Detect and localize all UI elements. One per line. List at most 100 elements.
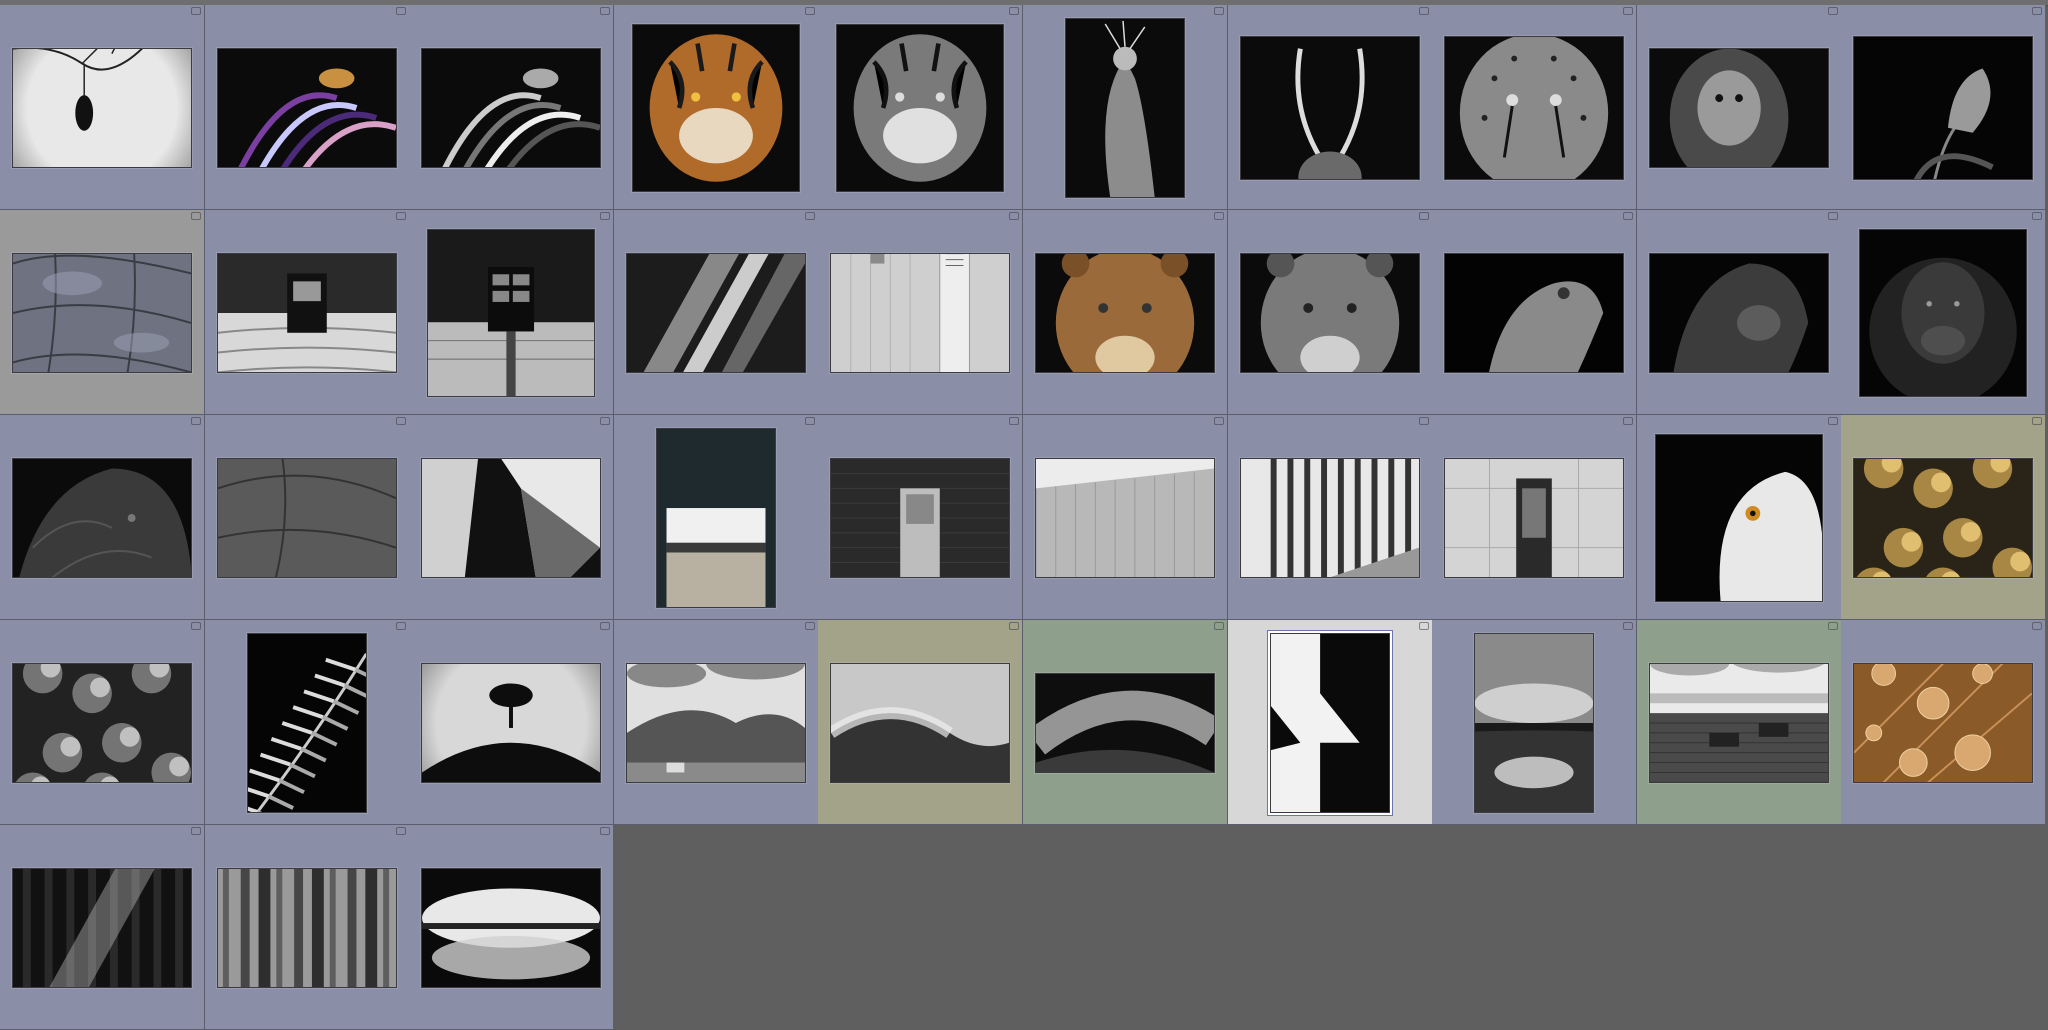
- grid-cell[interactable]: [409, 620, 615, 825]
- grid-cell[interactable]: [0, 210, 205, 415]
- grid-cell[interactable]: [1636, 415, 1842, 620]
- grid-cell[interactable]: [1841, 415, 2047, 620]
- collection-badge-icon[interactable]: [2032, 212, 2043, 220]
- collection-badge-icon[interactable]: [1623, 7, 1634, 15]
- grid-cell[interactable]: [1023, 620, 1228, 825]
- grid-cell[interactable]: [1432, 210, 1638, 415]
- photo-thumbnail-highland-landscape[interactable]: [625, 663, 806, 783]
- photo-thumbnail-lionfish-color[interactable]: [216, 48, 397, 168]
- collection-badge-icon[interactable]: [1418, 417, 1429, 425]
- grid-cell[interactable]: [1227, 210, 1433, 415]
- photo-thumbnail-tiger-bw[interactable]: [836, 24, 1005, 192]
- photo-thumbnail-beach-reflection[interactable]: [1474, 633, 1595, 813]
- photo-thumbnail-lioness-looking-up[interactable]: [1444, 253, 1625, 373]
- photo-thumbnail-lichen-bw[interactable]: [12, 663, 192, 783]
- collection-badge-icon[interactable]: [600, 827, 611, 835]
- grid-cell[interactable]: [204, 415, 410, 620]
- grid-cell[interactable]: [204, 210, 410, 415]
- photo-thumbnail-antelope-horns[interactable]: [1239, 36, 1420, 180]
- grid-cell[interactable]: [1432, 5, 1638, 210]
- photo-thumbnail-leaf-water-drops[interactable]: [1853, 663, 2034, 783]
- grid-cell[interactable]: [0, 5, 205, 210]
- grid-cell[interactable]: [204, 620, 410, 825]
- grid-cell[interactable]: [0, 620, 205, 825]
- grid-cell[interactable]: [613, 5, 819, 210]
- photo-thumbnail-snowy-owl[interactable]: [1654, 434, 1823, 602]
- grid-cell[interactable]: [613, 620, 819, 825]
- photo-thumbnail-lake-reflection-glow[interactable]: [421, 868, 602, 988]
- grid-cell[interactable]: [1636, 210, 1842, 415]
- photo-thumbnail-gorilla-profile[interactable]: [1648, 253, 1829, 373]
- photo-thumbnail-brick-door[interactable]: [830, 458, 1011, 578]
- grid-cell[interactable]: [409, 825, 615, 1030]
- collection-badge-icon[interactable]: [1418, 212, 1429, 220]
- photo-thumbnail-stormy-hill[interactable]: [1035, 673, 1215, 773]
- grid-cell[interactable]: [409, 210, 615, 415]
- collection-badge-icon[interactable]: [1009, 417, 1020, 425]
- grid-cell[interactable]: [0, 415, 205, 620]
- collection-badge-icon[interactable]: [600, 622, 611, 630]
- grid-cell[interactable]: [1227, 415, 1433, 620]
- grid-cell[interactable]: [204, 825, 410, 1030]
- photo-thumbnail-elephant-skin-texture[interactable]: [12, 253, 192, 373]
- photo-thumbnail-building-door-facade[interactable]: [1444, 458, 1625, 578]
- grid-cell[interactable]: [1432, 620, 1638, 825]
- photo-thumbnail-bat-hanging-from-branch[interactable]: [12, 48, 192, 168]
- collection-badge-icon[interactable]: [191, 827, 201, 835]
- photo-thumbnail-lichen-gold[interactable]: [1853, 458, 2034, 578]
- grid-cell[interactable]: [409, 5, 615, 210]
- grid-cell[interactable]: [1023, 5, 1228, 210]
- collection-badge-icon[interactable]: [395, 212, 406, 220]
- collection-badge-icon[interactable]: [395, 417, 406, 425]
- collection-badge-icon[interactable]: [191, 417, 201, 425]
- photo-thumbnail-long-wall-building[interactable]: [1035, 458, 1215, 578]
- photo-thumbnail-deck-chairs-pier[interactable]: [1648, 663, 1829, 783]
- grid-cell[interactable]: [818, 620, 1024, 825]
- collection-badge-icon[interactable]: [395, 827, 406, 835]
- grid-cell[interactable]: [1841, 210, 2047, 415]
- photo-thumbnail-abstract-angles[interactable]: [421, 458, 602, 578]
- grid-cell[interactable]: [818, 210, 1024, 415]
- collection-badge-icon[interactable]: [1214, 417, 1224, 425]
- photo-thumbnail-tiger-color[interactable]: [631, 24, 800, 192]
- collection-badge-icon[interactable]: [1827, 417, 1838, 425]
- photo-thumbnail-forest-sunbeams[interactable]: [12, 868, 192, 988]
- grid-cell[interactable]: [1227, 620, 1433, 825]
- photo-thumbnail-building-window-tall[interactable]: [427, 229, 596, 397]
- collection-badge-icon[interactable]: [804, 7, 815, 15]
- photo-thumbnail-white-wall-cylinder[interactable]: [830, 253, 1011, 373]
- grid-cell[interactable]: [204, 5, 410, 210]
- collection-badge-icon[interactable]: [1827, 7, 1838, 15]
- grid-cell[interactable]: [0, 825, 205, 1030]
- photo-thumbnail-tulip-dark[interactable]: [1853, 36, 2034, 180]
- photo-thumbnail-gorilla-portrait[interactable]: [1859, 229, 2028, 397]
- photo-thumbnail-bison-dark[interactable]: [12, 458, 192, 578]
- collection-badge-icon[interactable]: [1827, 212, 1838, 220]
- collection-badge-icon[interactable]: [804, 212, 815, 220]
- collection-badge-icon[interactable]: [191, 212, 201, 220]
- photo-thumbnail-crowned-crane[interactable]: [1065, 18, 1185, 198]
- photo-thumbnail-misty-hill[interactable]: [830, 663, 1011, 783]
- photo-thumbnail-lioness-bw[interactable]: [1239, 253, 1420, 373]
- collection-badge-icon[interactable]: [600, 212, 611, 220]
- photo-thumbnail-cheetah-face[interactable]: [1444, 36, 1625, 180]
- grid-cell[interactable]: [818, 415, 1024, 620]
- collection-badge-icon[interactable]: [1418, 622, 1429, 630]
- grid-cell[interactable]: [409, 415, 615, 620]
- grid-cell[interactable]: [1636, 5, 1842, 210]
- grid-cell[interactable]: [1432, 415, 1638, 620]
- grid-cell[interactable]: [1636, 620, 1842, 825]
- collection-badge-icon[interactable]: [804, 417, 815, 425]
- photo-thumbnail-rhino-skin[interactable]: [216, 458, 397, 578]
- collection-badge-icon[interactable]: [1623, 212, 1634, 220]
- grid-cell[interactable]: [613, 210, 819, 415]
- photo-thumbnail-glass-columns[interactable]: [1239, 458, 1420, 578]
- grid-cell[interactable]: [1023, 210, 1228, 415]
- photo-thumbnail-doorway-landscape[interactable]: [655, 428, 776, 608]
- photo-thumbnail-lone-tree-hill[interactable]: [421, 663, 602, 783]
- collection-badge-icon[interactable]: [1827, 622, 1838, 630]
- collection-badge-icon[interactable]: [1623, 417, 1634, 425]
- photo-thumbnail-lionfish-bw[interactable]: [421, 48, 602, 168]
- collection-badge-icon[interactable]: [1009, 622, 1020, 630]
- collection-badge-icon[interactable]: [2032, 417, 2043, 425]
